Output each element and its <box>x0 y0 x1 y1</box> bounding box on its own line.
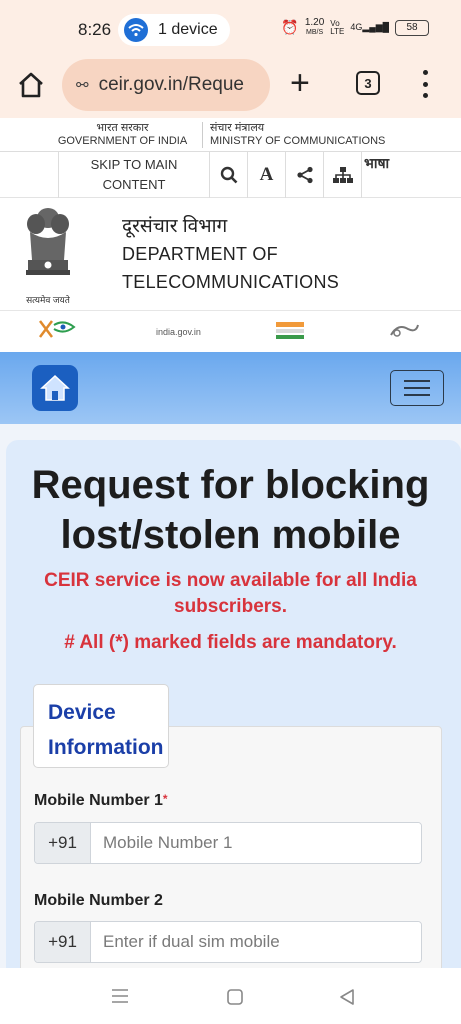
status-bar: 8:26 1 device ⏰ 1.20 MB/S Vo LTE 4G▂▄▆█ 58 <box>0 0 461 58</box>
gov-india-link[interactable]: भारत सरकार GOVERNMENT OF INDIA <box>40 122 205 148</box>
new-tab-icon[interactable]: + <box>290 66 310 100</box>
address-bar[interactable]: ⚯ ceir.gov.in/Reque <box>62 59 270 111</box>
country-code-prefix: +91 <box>35 922 91 962</box>
tab-device-information[interactable]: Device Information <box>33 684 169 768</box>
india-gov-logo[interactable]: india.gov.in <box>156 327 201 337</box>
connection-label: 1 device <box>158 21 218 38</box>
accessibility-toolbar: SKIP TO MAIN CONTENT A भाषा <box>0 152 461 198</box>
site-home-button[interactable] <box>32 365 78 411</box>
recent-apps-icon[interactable] <box>110 988 130 1009</box>
browser-toolbar: ⚯ ceir.gov.in/Reque + 3 <box>0 58 461 118</box>
mobile-number-1-group: +91 <box>34 822 422 864</box>
emblem-motto: सत्यमेव जयते <box>26 295 70 305</box>
tab-switcher-button[interactable]: 3 <box>356 71 380 95</box>
url-text: ceir.gov.in/Reque <box>98 74 244 95</box>
department-name: DEPARTMENT OF TELECOMMUNICATIONS <box>122 244 340 292</box>
hotspot-icon <box>124 18 148 42</box>
font-size-button[interactable]: A <box>248 152 286 198</box>
mobile-number-2-group: +91 <box>34 921 422 963</box>
hamburger-menu-icon[interactable] <box>390 370 444 406</box>
system-navigation-bar <box>0 968 461 1024</box>
service-notice: CEIR service is now available for all In… <box>44 570 417 617</box>
gov-divider <box>202 122 203 148</box>
site-settings-icon[interactable]: ⚯ <box>76 76 89 94</box>
network-speed: 1.20 MB/S <box>304 17 325 37</box>
skip-to-main-link[interactable]: SKIP TO MAIN CONTENT <box>58 152 210 198</box>
mobile-number-1-input[interactable] <box>91 823 421 863</box>
page-title: Request for blocking lost/stolen mobile <box>31 463 430 557</box>
mobile-number-2-label: Mobile Number 2 <box>34 892 163 909</box>
alarm-icon: ⏰ <box>281 19 299 35</box>
mobile-number-2-input[interactable] <box>91 922 421 962</box>
home-nav-icon[interactable] <box>226 988 244 1011</box>
connection-pill[interactable]: 1 device <box>118 14 230 46</box>
volte-icon: Vo LTE <box>330 18 345 36</box>
country-code-prefix: +91 <box>35 823 91 863</box>
back-nav-icon[interactable] <box>338 988 356 1011</box>
ministry-link[interactable]: संचार मंत्रालय MINISTRY OF COMMUNICATION… <box>210 122 385 148</box>
more-menu-icon[interactable] <box>420 70 430 98</box>
site-navbar <box>0 352 461 424</box>
swachh-logo-icon[interactable] <box>38 317 76 345</box>
mandatory-note: # All (*) marked fields are mandatory. <box>64 632 397 653</box>
battery-icon: 58 <box>395 19 429 36</box>
house-icon <box>40 374 70 401</box>
azadi-logo-icon[interactable] <box>274 319 306 345</box>
status-icons: ⏰ 1.20 MB/S Vo LTE 4G▂▄▆█ 58 <box>281 18 429 37</box>
home-icon[interactable] <box>16 70 48 102</box>
signal-icon: 4G▂▄▆█ <box>350 22 389 32</box>
required-marker: * <box>162 792 168 806</box>
mobile-number-1-label: Mobile Number 1* <box>34 792 168 809</box>
digital-india-logo-icon[interactable] <box>388 321 420 343</box>
partner-logos: india.gov.in <box>0 310 461 352</box>
language-button[interactable]: भाषा <box>364 154 389 173</box>
search-icon[interactable] <box>210 152 248 198</box>
national-emblem-icon: सत्यमेव जयते <box>18 204 78 305</box>
share-icon[interactable] <box>286 152 324 198</box>
department-name-hindi: दूरसंचार विभाग <box>122 216 228 237</box>
sitemap-icon[interactable] <box>324 152 362 198</box>
department-header: सत्यमेव जयते दूरसंचार विभाग DEPARTMENT O… <box>0 198 461 310</box>
gov-strip: भारत सरकार GOVERNMENT OF INDIA संचार मंत… <box>0 118 461 152</box>
status-time: 8:26 <box>78 20 112 39</box>
